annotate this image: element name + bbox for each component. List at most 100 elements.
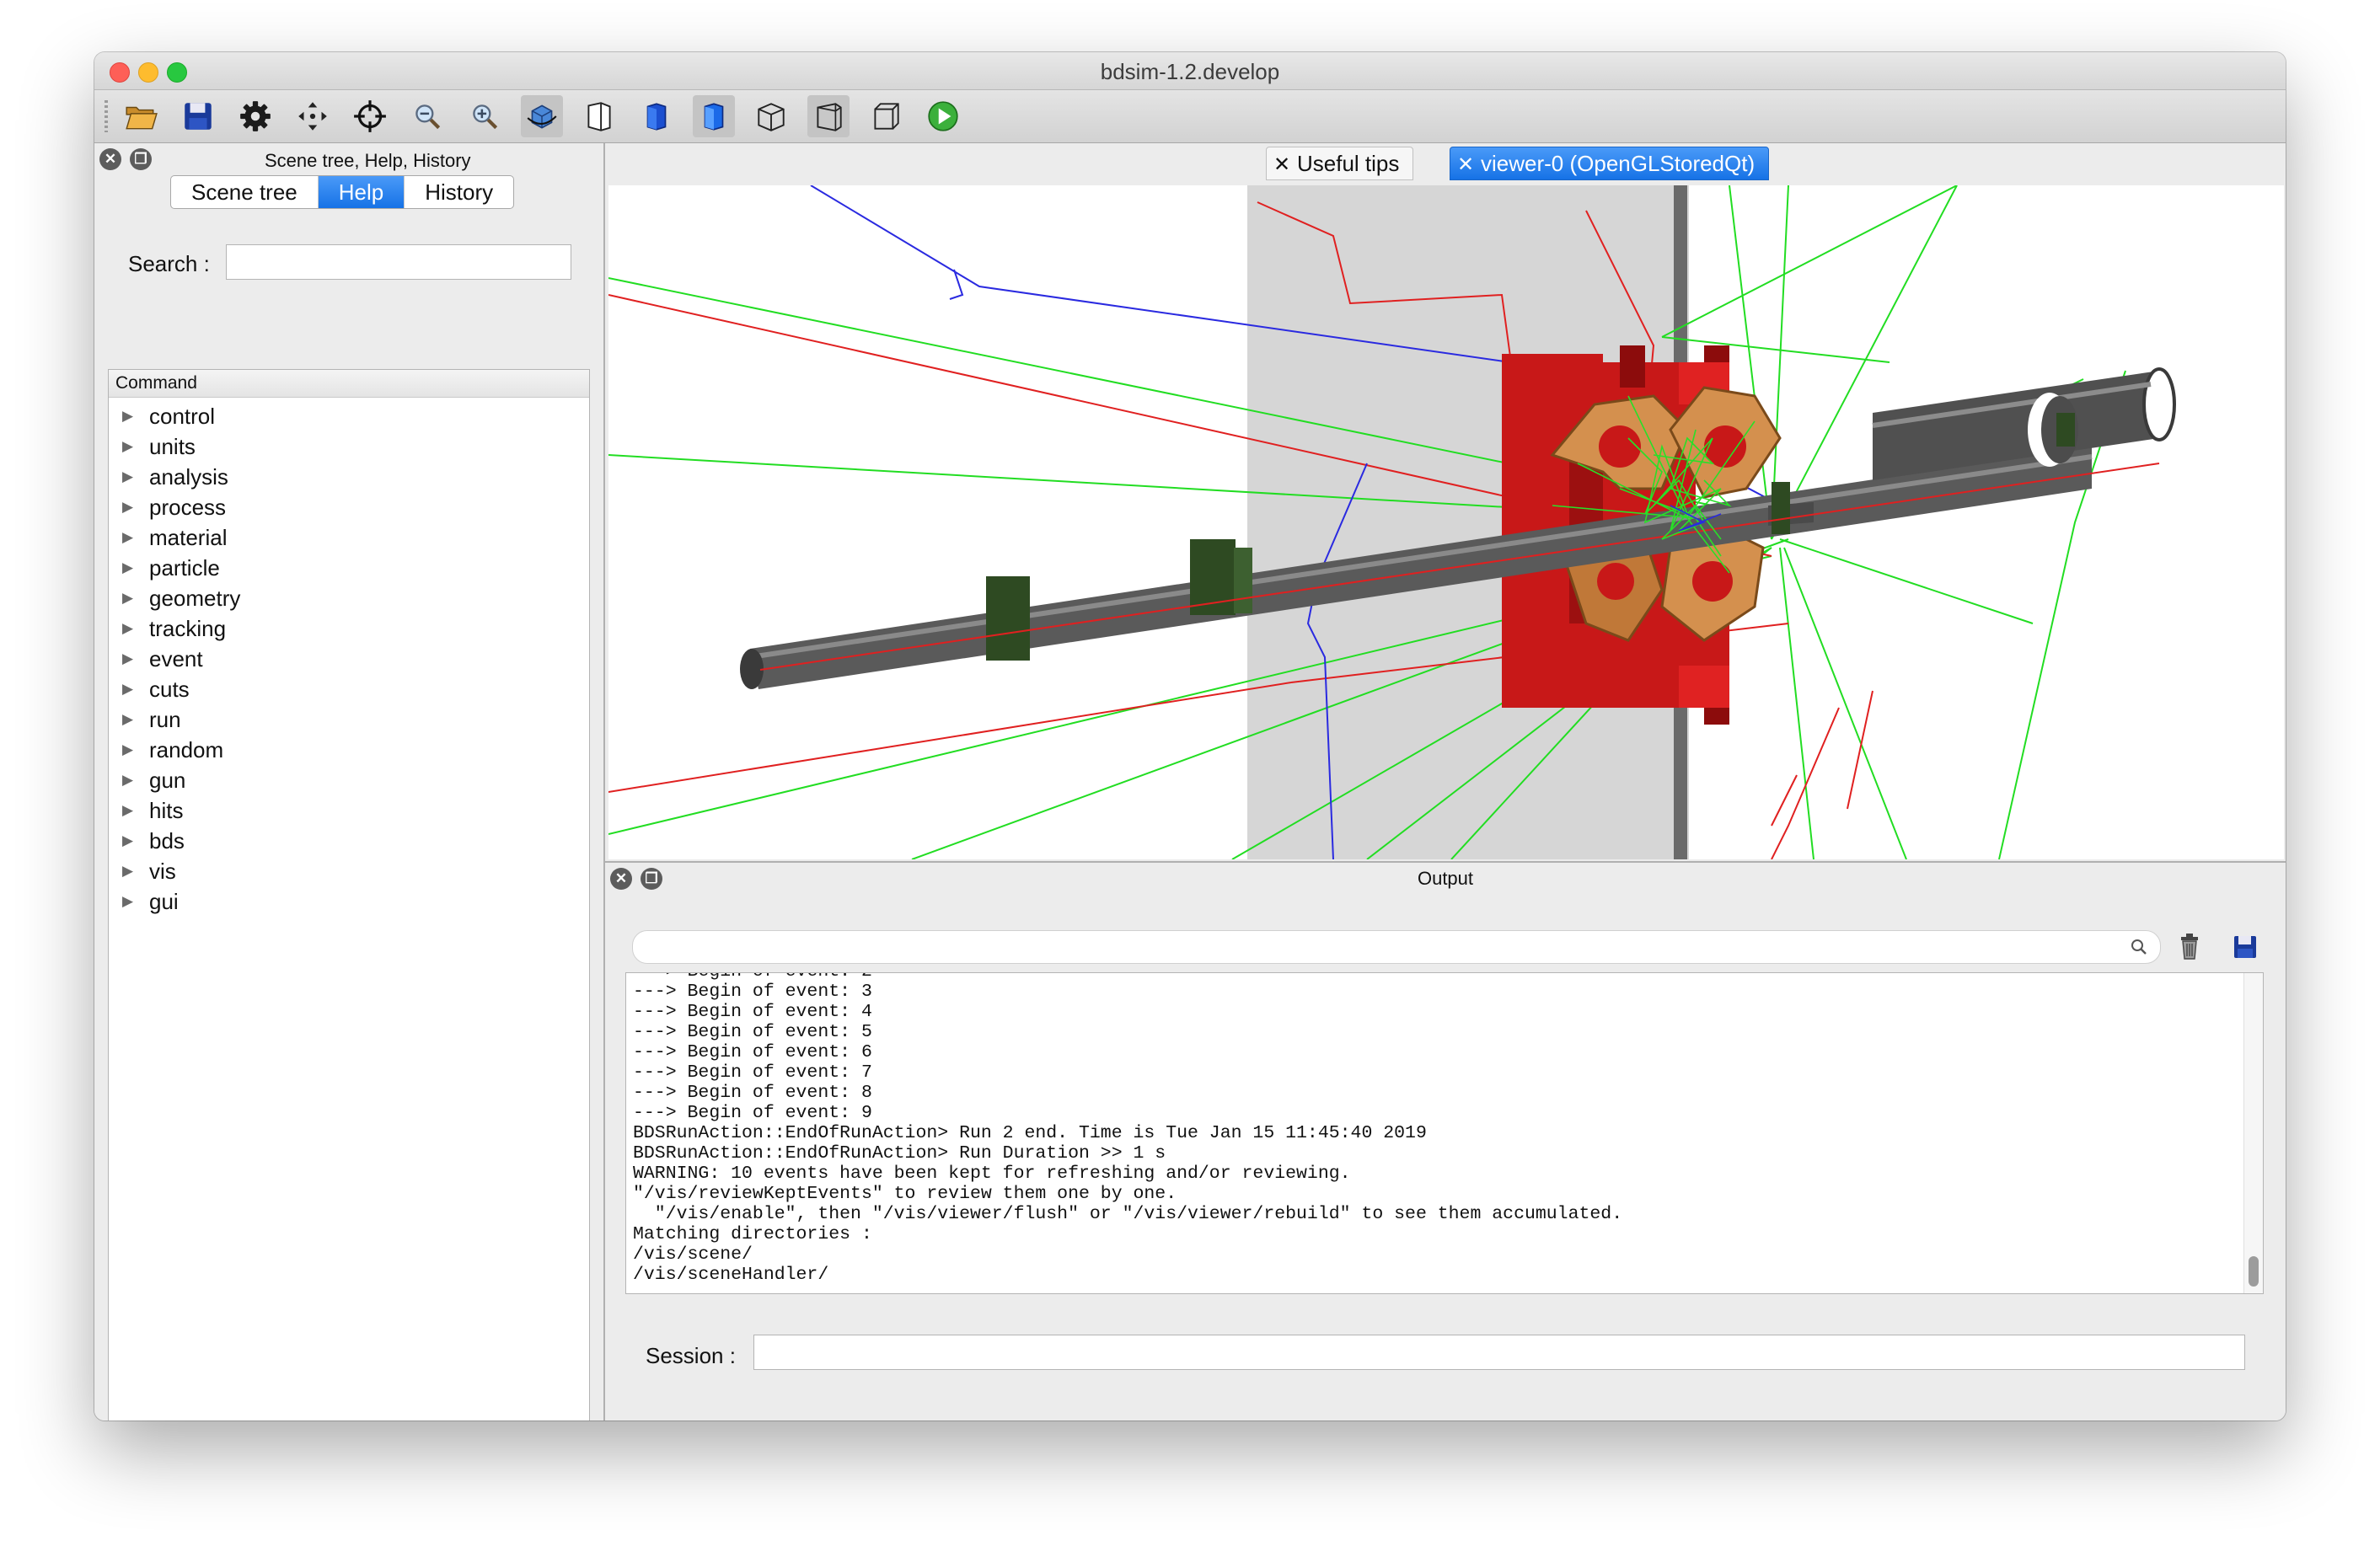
- tree-item-label: units: [149, 434, 196, 459]
- tree-item-label: process: [149, 495, 227, 520]
- output-line: BDSRunAction::EndOfRunAction> Run 2 end.…: [633, 1123, 1427, 1143]
- move-button[interactable]: [292, 95, 334, 137]
- tree-item-hits[interactable]: ▶ hits: [109, 795, 589, 826]
- expand-arrow-icon[interactable]: ▶: [122, 583, 133, 613]
- expand-arrow-icon[interactable]: ▶: [122, 856, 133, 886]
- expand-arrow-icon[interactable]: ▶: [122, 765, 133, 795]
- settings-button[interactable]: [234, 95, 276, 137]
- expand-arrow-icon[interactable]: ▶: [122, 886, 133, 917]
- expand-arrow-icon[interactable]: ▶: [122, 401, 133, 431]
- tree-item-cuts[interactable]: ▶ cuts: [109, 674, 589, 704]
- output-scrollbar[interactable]: [2243, 973, 2263, 1293]
- solid-button[interactable]: [635, 95, 678, 137]
- expand-arrow-icon[interactable]: ▶: [122, 522, 133, 553]
- open-button[interactable]: [120, 95, 162, 137]
- save-icon: [2234, 936, 2256, 958]
- solid-surface-button[interactable]: [693, 95, 735, 137]
- output-line: /vis/sceneHandler/: [633, 1265, 829, 1285]
- tree-item-gun[interactable]: ▶ gun: [109, 765, 589, 795]
- zoom-out-button[interactable]: [406, 95, 448, 137]
- tab-scene-tree[interactable]: Scene tree: [171, 176, 319, 208]
- expand-arrow-icon[interactable]: ▶: [122, 674, 133, 704]
- dock-close-icon[interactable]: ✕: [99, 148, 121, 170]
- expand-arrow-icon[interactable]: ▶: [122, 826, 133, 856]
- tree-item-label: run: [149, 707, 181, 732]
- expand-arrow-icon[interactable]: ▶: [122, 644, 133, 674]
- perspective-button[interactable]: [807, 95, 850, 137]
- tree-item-tracking[interactable]: ▶ tracking: [109, 613, 589, 644]
- tree-item-analysis[interactable]: ▶ analysis: [109, 462, 589, 492]
- close-tab-icon[interactable]: ✕: [1457, 149, 1481, 181]
- tab-label: viewer-0 (OpenGLStoredQt): [1481, 151, 1756, 176]
- tree-item-event[interactable]: ▶ event: [109, 644, 589, 674]
- hidden-line-button[interactable]: [750, 95, 792, 137]
- tree-item-label: gui: [149, 889, 179, 914]
- tree-item-material[interactable]: ▶ material: [109, 522, 589, 553]
- tree-item-bds[interactable]: ▶ bds: [109, 826, 589, 856]
- save-button[interactable]: [177, 95, 219, 137]
- run-beam-icon: [928, 101, 958, 131]
- tree-item-label: gun: [149, 768, 186, 793]
- solid-selected-icon: [704, 103, 724, 131]
- expand-arrow-icon[interactable]: ▶: [122, 462, 133, 492]
- tree-item-particle[interactable]: ▶ particle: [109, 553, 589, 583]
- ortho-button[interactable]: [865, 95, 907, 137]
- opengl-viewer[interactable]: [608, 185, 2284, 859]
- tab-useful-tips[interactable]: ✕ Useful tips: [1266, 147, 1414, 181]
- output-line: BDSRunAction::EndOfRunAction> Run Durati…: [633, 1143, 1166, 1164]
- tree-item-control[interactable]: ▶ control: [109, 401, 589, 431]
- help-dock: ✕ ❐ Scene tree, Help, History Scene tree…: [94, 143, 605, 1421]
- output-filter-input[interactable]: [632, 930, 2161, 964]
- rotate-icon: [527, 104, 557, 129]
- expand-arrow-icon[interactable]: ▶: [122, 431, 133, 462]
- expand-arrow-icon[interactable]: ▶: [122, 795, 133, 826]
- output-line: ---> Begin of event: 8: [633, 1083, 872, 1103]
- main-toolbar: [94, 90, 2286, 143]
- scene-render: [608, 185, 2176, 859]
- output-line: ---> Begin of event: 3: [633, 982, 872, 1002]
- output-line: /vis/scene/: [633, 1244, 753, 1265]
- tab-history[interactable]: History: [405, 176, 513, 208]
- tree-item-gui[interactable]: ▶ gui: [109, 886, 589, 917]
- output-line: ---> Begin of event: 5: [633, 1022, 872, 1042]
- pick-crosshair-icon: [354, 100, 386, 132]
- output-line: ---> Begin of event: 7: [633, 1062, 872, 1083]
- toolbar-grip[interactable]: [105, 100, 108, 132]
- output-line: "/vis/reviewKeptEvents" to review them o…: [633, 1184, 1177, 1204]
- tab-help[interactable]: Help: [318, 176, 405, 208]
- zoom-in-button[interactable]: [464, 95, 506, 137]
- expand-arrow-icon[interactable]: ▶: [122, 704, 133, 735]
- pick-button[interactable]: [349, 95, 391, 137]
- output-line: ---> Begin of event: 4: [633, 1002, 872, 1022]
- expand-arrow-icon[interactable]: ▶: [122, 735, 133, 765]
- output-scroll-thumb[interactable]: [2249, 1256, 2259, 1287]
- run-beam-button[interactable]: [922, 95, 964, 137]
- output-log[interactable]: ---> Begin of event: 2---> Begin of even…: [625, 972, 2264, 1294]
- tree-item-geometry[interactable]: ▶ geometry: [109, 583, 589, 613]
- expand-arrow-icon[interactable]: ▶: [122, 492, 133, 522]
- clear-output-button[interactable]: [2173, 930, 2206, 964]
- tree-item-random[interactable]: ▶ random: [109, 735, 589, 765]
- tree-item-label: random: [149, 737, 224, 762]
- output-lines: ---> Begin of event: 2---> Begin of even…: [633, 973, 1622, 1285]
- tree-item-label: hits: [149, 798, 184, 823]
- dock-float-icon[interactable]: ❐: [130, 148, 152, 170]
- tree-item-vis[interactable]: ▶ vis: [109, 856, 589, 886]
- hidden-line-icon: [758, 103, 785, 131]
- tree-item-process[interactable]: ▶ process: [109, 492, 589, 522]
- expand-arrow-icon[interactable]: ▶: [122, 613, 133, 644]
- tab-viewer-0[interactable]: ✕ viewer-0 (OpenGLStoredQt): [1450, 147, 1770, 181]
- rotate-button[interactable]: [521, 95, 563, 137]
- tree-item-units[interactable]: ▶ units: [109, 431, 589, 462]
- session-command-input[interactable]: [753, 1335, 2245, 1370]
- tree-item-run[interactable]: ▶ run: [109, 704, 589, 735]
- ortho-icon: [874, 103, 899, 130]
- expand-arrow-icon[interactable]: ▶: [122, 553, 133, 583]
- tree-column-header[interactable]: Command: [109, 370, 589, 398]
- wireframe-button[interactable]: [578, 95, 620, 137]
- save-icon: [185, 103, 212, 130]
- open-icon: [126, 106, 158, 130]
- save-output-button[interactable]: [2228, 930, 2262, 964]
- help-search-input[interactable]: [226, 244, 571, 280]
- close-tab-icon[interactable]: ✕: [1273, 149, 1297, 181]
